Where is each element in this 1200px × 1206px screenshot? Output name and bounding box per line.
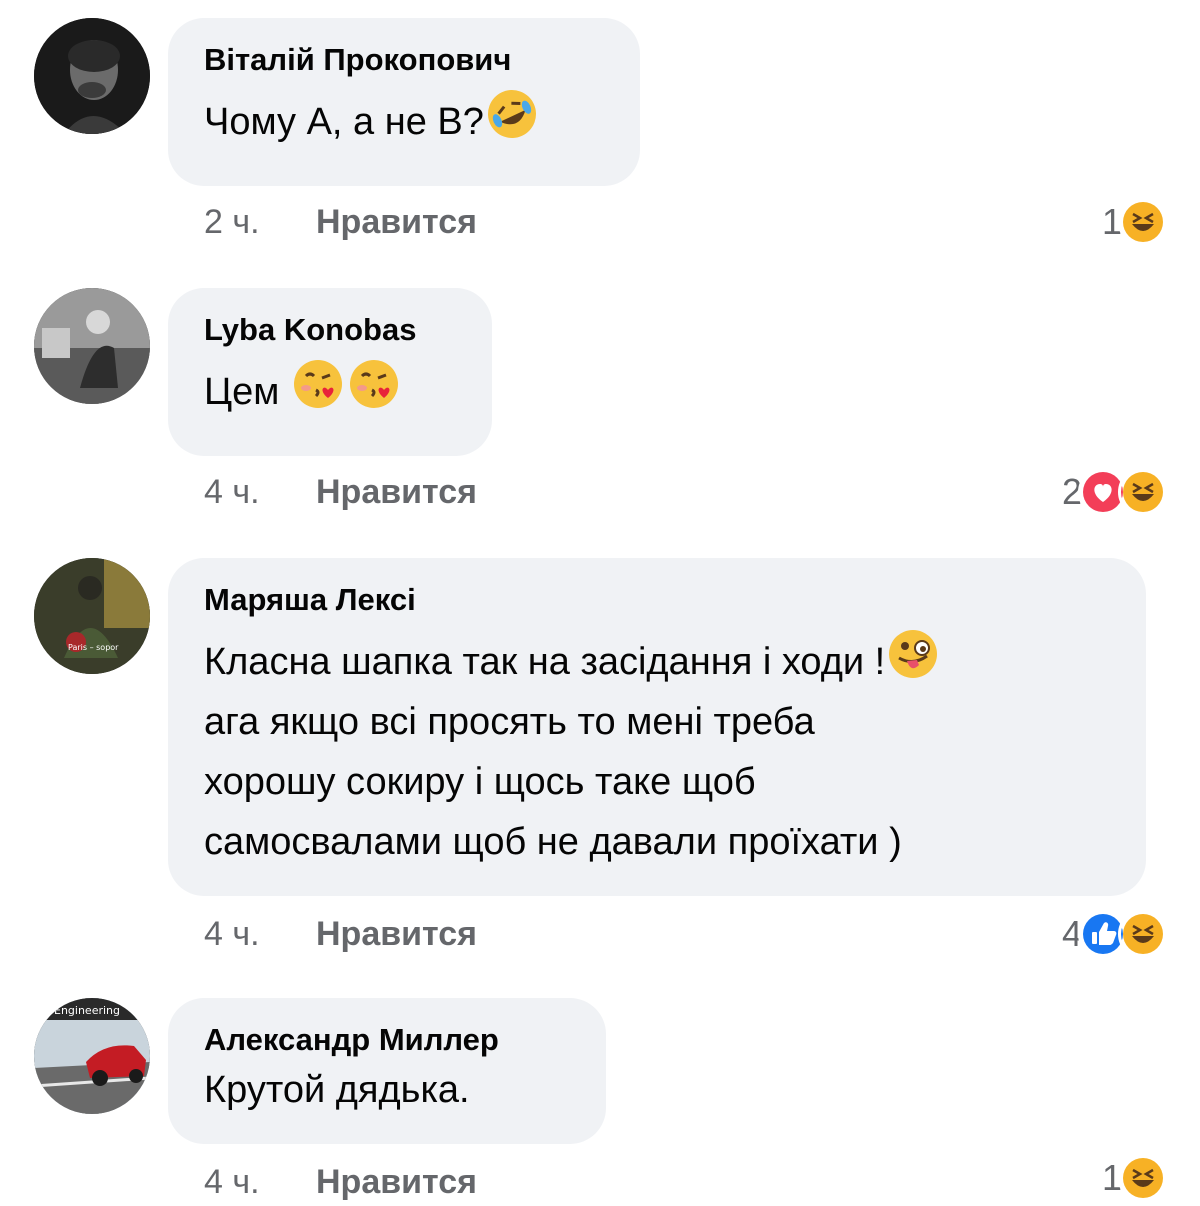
comment-meta: 4 ч. Нравится [204, 912, 477, 956]
comment-text: Цем [204, 356, 456, 422]
haha-reaction-icon [1118, 467, 1168, 517]
haha-reaction-icon [1118, 197, 1168, 247]
comment-time[interactable]: 2 ч. [204, 200, 316, 244]
comment-author[interactable]: Александр Миллер [204, 1020, 570, 1060]
comment-bubble: Віталій Прокопович Чому А, а не В? [168, 18, 640, 186]
avatar[interactable] [34, 288, 150, 404]
comment-time[interactable]: 4 ч. [204, 470, 316, 514]
like-button[interactable]: Нравится [316, 1163, 477, 1201]
avatar[interactable]: Paris – sopor [34, 558, 150, 674]
comment-text: Чому А, а не В? [204, 86, 604, 152]
comment-text-content: Цем [204, 371, 280, 413]
comment-author[interactable]: Маряша Лексі [204, 580, 1110, 620]
comment-bubble: Lyba Konobas Цем [168, 288, 492, 456]
kiss-heart-emoji-icon [346, 356, 402, 412]
reaction-summary[interactable]: 1 [1102, 194, 1168, 250]
avatar-caption: Paris – sopor [68, 643, 119, 652]
avatar[interactable] [34, 18, 150, 134]
kiss-heart-emoji-icon [290, 356, 346, 412]
comment-text: Крутой дядька. [204, 1069, 470, 1111]
comment-text-line: хорошу сокиру і щось таке щоб [204, 761, 756, 803]
comment-text-line: Класна шапка так на засідання і ходи ! [204, 641, 886, 683]
comment-author[interactable]: Lyba Konobas [204, 310, 456, 350]
haha-reaction-icon [1118, 909, 1168, 959]
haha-reaction-icon [1118, 1153, 1168, 1203]
reaction-summary[interactable]: 4 [1062, 906, 1168, 962]
comment-text-line: самосвалами щоб не давали проїхати ) [204, 821, 902, 863]
comment-text-line: ага якщо всі просять то мені треба [204, 701, 815, 743]
like-button[interactable]: Нравится [316, 203, 477, 241]
comment-text: Класна шапка так на засідання і ходи ! а… [204, 626, 1110, 872]
winking-tongue-emoji-icon [885, 626, 941, 682]
reaction-summary[interactable]: 2 [1062, 464, 1168, 520]
comment-meta: 4 ч. Нравится [204, 470, 477, 514]
comment-text-content: Чому А, а не В? [204, 101, 484, 143]
reaction-summary[interactable]: 1 [1102, 1150, 1168, 1206]
avatar-caption: Engineering [54, 1004, 120, 1017]
like-button[interactable]: Нравится [316, 915, 477, 953]
like-button[interactable]: Нравится [316, 473, 477, 511]
comment-meta: 2 ч. Нравится [204, 200, 477, 244]
comment-meta: 4 ч. Нравится [204, 1160, 477, 1204]
avatar[interactable]: Engineering [34, 998, 150, 1114]
comment-author[interactable]: Віталій Прокопович [204, 40, 604, 80]
comment-bubble: Александр Миллер Крутой дядька. [168, 998, 606, 1144]
rofl-emoji-icon [484, 86, 540, 142]
comment-time[interactable]: 4 ч. [204, 912, 316, 956]
comment-time[interactable]: 4 ч. [204, 1160, 316, 1204]
comment-bubble: Маряша Лексі Класна шапка так на засідан… [168, 558, 1146, 896]
